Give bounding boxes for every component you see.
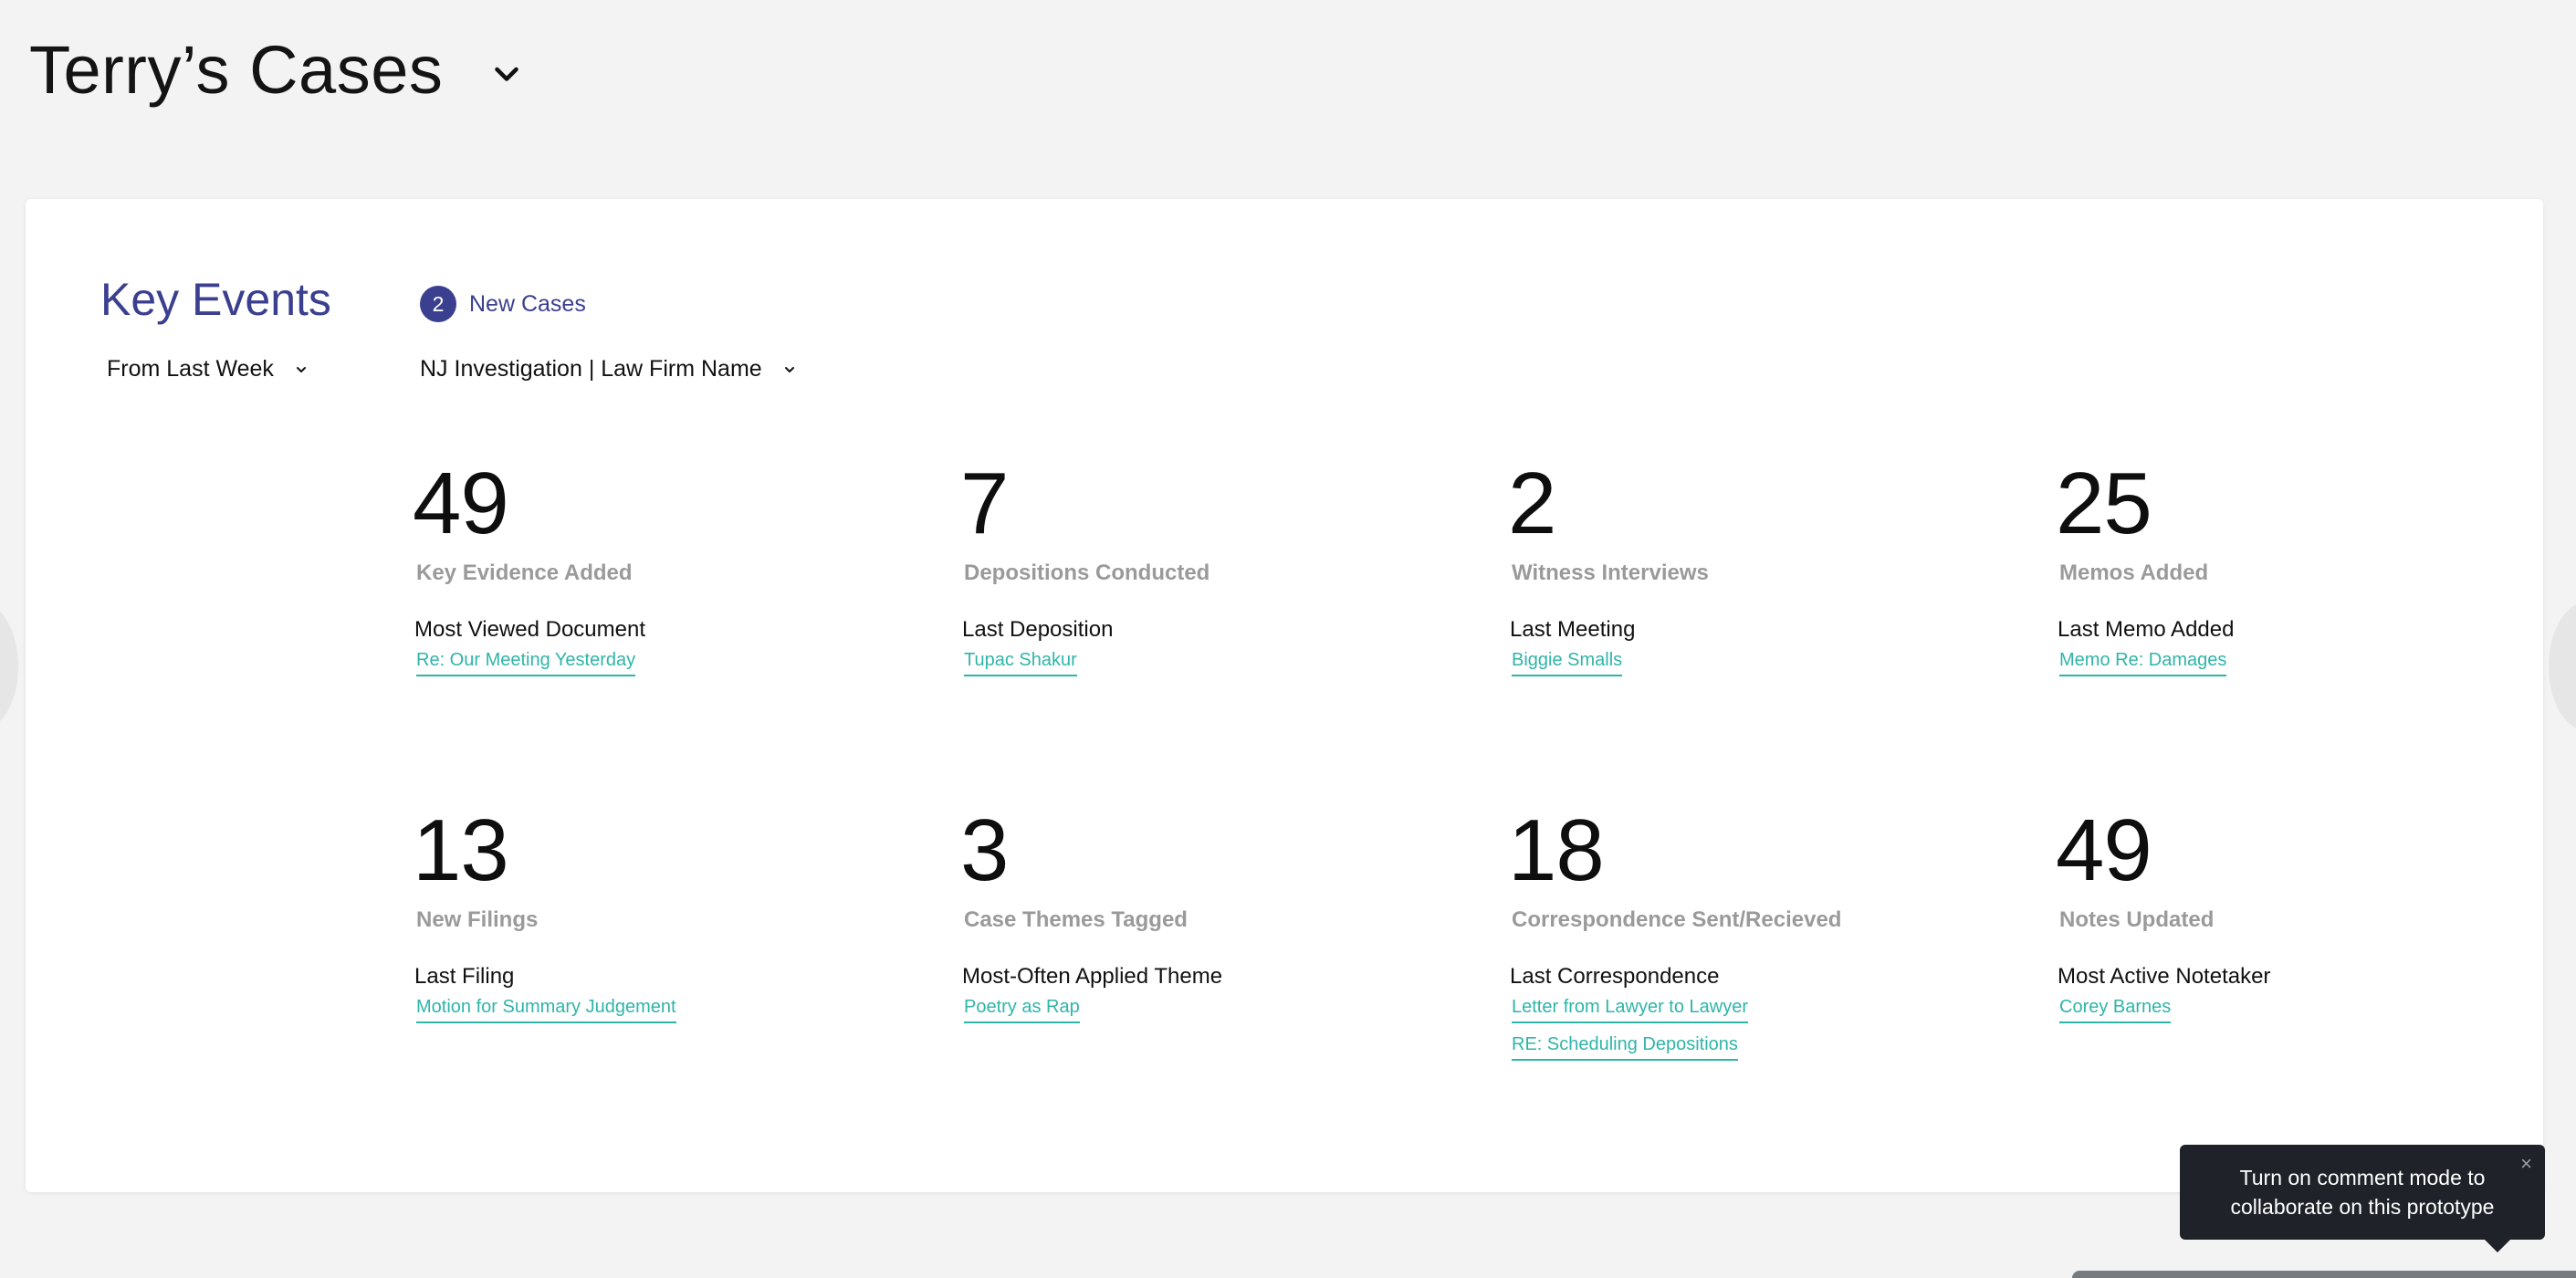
stat-new-filings: 13 New Filings Last Filing Motion for Su… <box>413 807 676 1023</box>
stat-value: 25 <box>2056 455 2152 552</box>
stat-sub-title: Last Filing <box>414 964 515 989</box>
close-icon[interactable]: × <box>2520 1154 2532 1174</box>
page-header: Terry’s Cases <box>29 37 523 104</box>
stat-label: Depositions Conducted <box>964 560 1210 585</box>
period-dropdown-value: From Last Week <box>107 356 274 382</box>
stat-value: 7 <box>960 455 1009 552</box>
stat-link[interactable]: Poetry as Rap <box>964 997 1080 1023</box>
stat-notes-updated: 49 Notes Updated Most Active Notetaker C… <box>2056 807 2270 1023</box>
stat-label: New Filings <box>416 907 539 932</box>
stat-witness-interviews: 2 Witness Interviews Last Meeting Biggie… <box>1508 460 1709 676</box>
stat-case-themes: 3 Case Themes Tagged Most-Often Applied … <box>960 807 1222 1023</box>
stat-memos: 25 Memos Added Last Memo Added Memo Re: … <box>2056 460 2234 676</box>
stat-label: Witness Interviews <box>1512 560 1709 585</box>
stat-sub-title: Most-Often Applied Theme <box>962 964 1223 989</box>
stat-value: 3 <box>960 801 1009 899</box>
stat-value: 49 <box>413 455 509 552</box>
tooltip-text: Turn on comment mode to collaborate on t… <box>2230 1165 2495 1219</box>
stat-value: 2 <box>1508 455 1556 552</box>
stat-value: 13 <box>413 801 509 899</box>
stat-label: Notes Updated <box>2059 907 2215 932</box>
new-cases-count-badge: 2 <box>420 286 456 322</box>
stat-sub-title: Last Memo Added <box>2058 617 2235 642</box>
new-cases-indicator[interactable]: 2 New Cases <box>420 286 586 322</box>
stat-correspondence: 18 Correspondence Sent/Recieved Last Cor… <box>1508 807 1841 1061</box>
stat-link[interactable]: Motion for Summary Judgement <box>416 997 676 1023</box>
stat-link[interactable]: Biggie Smalls <box>1512 650 1623 676</box>
stat-link[interactable]: Tupac Shakur <box>964 650 1077 676</box>
stat-link[interactable]: RE: Scheduling Depositions <box>1512 1034 1738 1061</box>
new-cases-label: New Cases <box>469 290 586 317</box>
period-dropdown[interactable]: From Last Week <box>107 356 309 382</box>
carousel-next-button[interactable] <box>2549 602 2576 730</box>
stat-sub-title: Most Viewed Document <box>414 617 646 642</box>
case-dropdown[interactable]: NJ Investigation | Law Firm Name <box>420 356 797 382</box>
stat-value: 18 <box>1508 801 1605 899</box>
bottom-toolbar[interactable] <box>2072 1271 2576 1278</box>
chevron-down-icon <box>784 366 794 372</box>
carousel-prev-button[interactable] <box>0 602 18 730</box>
chevron-down-icon <box>296 366 306 372</box>
stat-sub-title: Last Meeting <box>1510 617 1636 642</box>
stat-link[interactable]: Memo Re: Damages <box>2059 650 2227 676</box>
stat-label: Key Evidence Added <box>416 560 633 585</box>
comment-mode-tooltip: Turn on comment mode to collaborate on t… <box>2180 1145 2545 1240</box>
stat-label: Case Themes Tagged <box>964 907 1188 932</box>
stat-label: Memos Added <box>2059 560 2209 585</box>
tooltip-arrow <box>2483 1238 2512 1252</box>
stat-label: Correspondence Sent/Recieved <box>1512 907 1842 932</box>
stat-sub-title: Last Deposition <box>962 617 1114 642</box>
page-title: Terry’s Cases <box>29 32 444 108</box>
stat-link[interactable]: Corey Barnes <box>2059 997 2172 1023</box>
stat-sub-title: Last Correspondence <box>1510 964 1720 989</box>
stat-value: 49 <box>2056 801 2152 899</box>
stat-link[interactable]: Letter from Lawyer to Lawyer <box>1512 997 1748 1023</box>
chevron-down-icon[interactable] <box>490 58 523 91</box>
case-dropdown-value: NJ Investigation | Law Firm Name <box>420 356 762 382</box>
stat-key-evidence: 49 Key Evidence Added Most Viewed Docume… <box>413 460 645 676</box>
stat-sub-title: Most Active Notetaker <box>2058 964 2271 989</box>
key-events-title: Key Events <box>100 274 331 325</box>
key-events-card <box>26 199 2543 1192</box>
stat-depositions: 7 Depositions Conducted Last Deposition … <box>960 460 1209 676</box>
stat-link[interactable]: Re: Our Meeting Yesterday <box>416 650 636 676</box>
